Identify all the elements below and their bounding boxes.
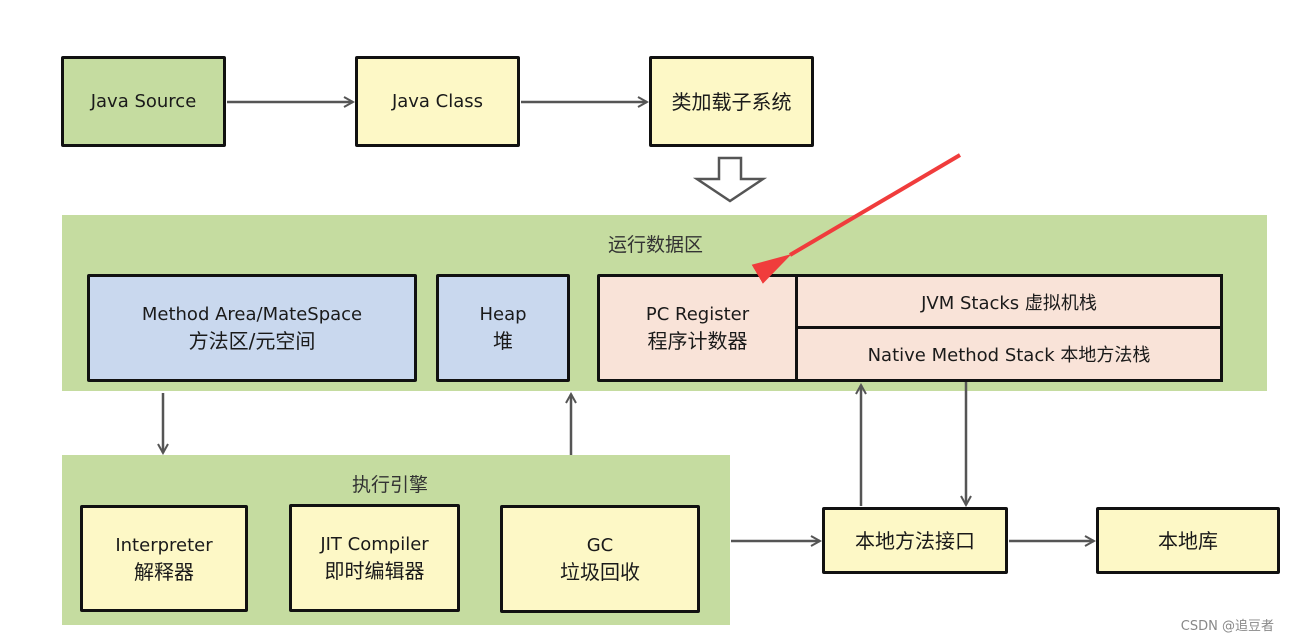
watermark: CSDN @追豆者 bbox=[1180, 619, 1274, 634]
connectors bbox=[0, 0, 1290, 642]
red-highlight-arrow-icon bbox=[751, 153, 962, 284]
hollow-down-arrow-icon bbox=[692, 156, 768, 203]
